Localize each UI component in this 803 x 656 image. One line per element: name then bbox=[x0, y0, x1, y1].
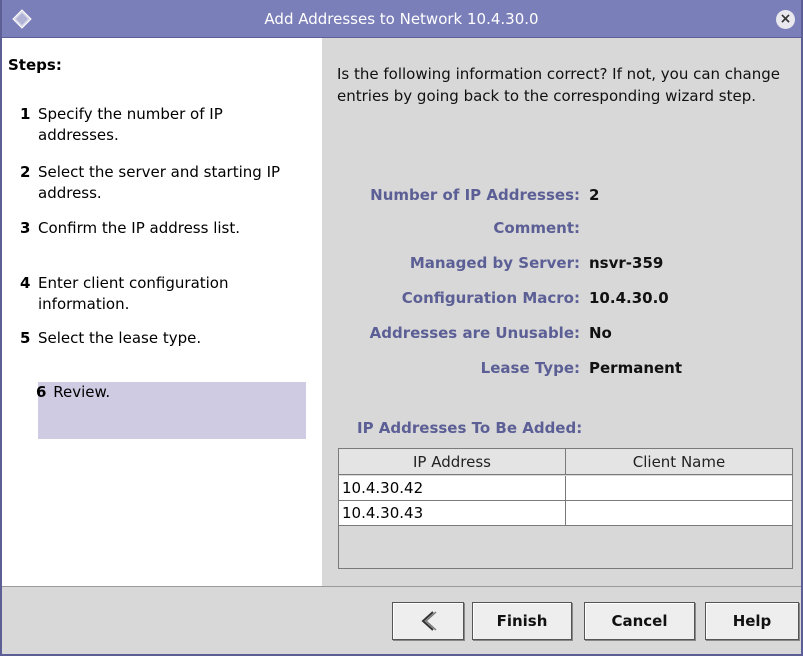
field-label: Addresses are Unusable: bbox=[369, 324, 580, 342]
step-text: Review. bbox=[53, 383, 111, 401]
column-header-ip-address[interactable]: IP Address bbox=[339, 449, 566, 475]
field-label: Managed by Server: bbox=[409, 254, 580, 272]
step-text: Confirm the IP address list. bbox=[38, 219, 241, 237]
chevron-left-icon bbox=[421, 611, 437, 631]
table-row[interactable]: 10.4.30.42 bbox=[339, 476, 792, 501]
step-item-6-active[interactable]: 6 Review. bbox=[36, 382, 306, 439]
steps-pane: Steps: 1 Specify the number of IP addres… bbox=[2, 38, 322, 586]
step-text: Select the lease type. bbox=[38, 329, 202, 347]
ip-address-table[interactable]: IP Address Client Name 10.4.30.42 10.4.3… bbox=[338, 448, 793, 569]
field-comment: Comment: bbox=[322, 219, 801, 241]
dialog-window: Add Addresses to Network 10.4.30.0 × Ste… bbox=[0, 0, 803, 656]
table-cell-client-name[interactable] bbox=[566, 476, 792, 500]
step-number: 2 bbox=[20, 163, 31, 181]
help-button[interactable]: Help bbox=[705, 602, 799, 640]
field-label: Configuration Macro: bbox=[401, 289, 580, 307]
finish-button[interactable]: Finish bbox=[472, 602, 572, 640]
title-bar[interactable]: Add Addresses to Network 10.4.30.0 × bbox=[2, 0, 801, 38]
step-number: 1 bbox=[20, 105, 31, 123]
field-lease-type: Lease Type: Permanent bbox=[322, 359, 801, 381]
step-number: 4 bbox=[20, 274, 31, 292]
ip-list-heading: IP Addresses To Be Added: bbox=[357, 419, 583, 437]
button-bar: Finish Cancel Help bbox=[2, 586, 801, 654]
step-item-2[interactable]: 2 Select the server and starting IP addr… bbox=[20, 162, 308, 206]
step-number: 6 bbox=[36, 383, 47, 401]
field-label: Number of IP Addresses: bbox=[370, 186, 580, 204]
step-number: 3 bbox=[20, 219, 31, 237]
back-button[interactable] bbox=[392, 602, 464, 640]
field-label: Comment: bbox=[493, 219, 580, 237]
field-label: Lease Type: bbox=[480, 359, 580, 377]
step-item-3[interactable]: 3 Confirm the IP address list. bbox=[20, 218, 308, 240]
step-item-4[interactable]: 4 Enter client configuration information… bbox=[20, 273, 308, 317]
window-title: Add Addresses to Network 10.4.30.0 bbox=[264, 10, 539, 28]
step-item-5[interactable]: 5 Select the lease type. bbox=[20, 328, 308, 350]
close-icon: × bbox=[779, 11, 792, 27]
table-row[interactable]: 10.4.30.43 bbox=[339, 501, 792, 526]
cancel-button[interactable]: Cancel bbox=[584, 602, 695, 640]
field-configuration-macro: Configuration Macro: 10.4.30.0 bbox=[322, 289, 801, 311]
step-number: 5 bbox=[20, 329, 31, 347]
review-pane: Is the following information correct? If… bbox=[322, 38, 801, 586]
field-addresses-unusable: Addresses are Unusable: No bbox=[322, 324, 801, 346]
field-value: No bbox=[589, 324, 612, 342]
close-button[interactable]: × bbox=[776, 10, 795, 29]
table-cell-ip[interactable]: 10.4.30.43 bbox=[339, 501, 566, 525]
field-value: nsvr-359 bbox=[589, 254, 664, 272]
step-text: Enter client configuration information. bbox=[38, 274, 229, 313]
review-intro-text: Is the following information correct? If… bbox=[337, 65, 781, 105]
field-value: 10.4.30.0 bbox=[589, 289, 669, 307]
field-number-of-ip: Number of IP Addresses: 2 bbox=[322, 186, 801, 208]
step-text: Specify the number of IP addresses. bbox=[38, 105, 223, 144]
column-header-client-name[interactable]: Client Name bbox=[566, 449, 792, 475]
step-text: Select the server and starting IP addres… bbox=[38, 163, 281, 202]
step-item-1[interactable]: 1 Specify the number of IP addresses. bbox=[20, 104, 308, 148]
field-value: Permanent bbox=[589, 359, 683, 377]
field-managed-by-server: Managed by Server: nsvr-359 bbox=[322, 254, 801, 276]
steps-heading: Steps: bbox=[8, 56, 62, 74]
table-cell-client-name[interactable] bbox=[566, 501, 792, 525]
field-value: 2 bbox=[589, 186, 600, 204]
table-cell-ip[interactable]: 10.4.30.42 bbox=[339, 476, 566, 500]
